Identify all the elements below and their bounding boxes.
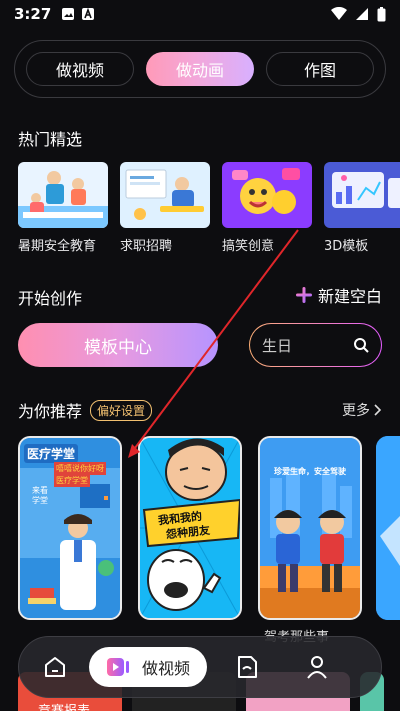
tab-image[interactable]: 作图 <box>266 52 374 86</box>
hot-item-label: 暑期安全教育 <box>18 239 97 254</box>
card-title: 医疗学堂 <box>24 444 79 463</box>
document-icon <box>238 656 257 678</box>
hot-item-funny[interactable]: 搞笑创意 <box>222 162 312 254</box>
template-card-driving[interactable]: 珍爱生命，安全驾驶 <box>258 436 362 620</box>
status-bar: 3:27 <box>0 0 400 28</box>
hot-item-label: 3D模板 <box>324 239 369 254</box>
chevron-right-icon <box>374 404 382 416</box>
nav-make-video[interactable]: 做视频 <box>89 647 207 687</box>
funny-thumbnail <box>222 162 312 228</box>
mode-tabs: 做视频 做动画 作图 <box>14 40 386 98</box>
new-blank-label: 新建空白 <box>317 287 382 306</box>
hot-item-label: 求职招聘 <box>120 239 173 254</box>
more-link[interactable]: 更多 <box>342 400 382 420</box>
nav-active-label: 做视频 <box>141 659 190 678</box>
recommend-title: 为你推荐 <box>18 402 83 421</box>
home-icon <box>45 657 65 677</box>
gallery-icon <box>62 8 75 20</box>
new-blank-button[interactable]: 新建空白 <box>295 283 382 307</box>
template-center-button[interactable]: 模板中心 <box>18 323 218 367</box>
hot-list: 暑期安全教育 求职招聘 搞笑创意 3D模板 <box>18 162 400 254</box>
partial-label: 竞赛报表 <box>38 700 90 711</box>
search-input[interactable]: 生日 <box>249 323 382 367</box>
template-card-friend[interactable]: 我和我的 怨种朋友 <box>138 436 242 620</box>
card-subtitle: 医疗学堂 <box>54 474 90 487</box>
search-icon[interactable] <box>353 337 369 353</box>
signal-icon <box>356 8 368 20</box>
wifi-icon <box>331 7 347 20</box>
video-camera-icon <box>106 658 129 676</box>
hot-section-title: 热门精选 <box>18 130 83 149</box>
search-placeholder: 生日 <box>262 336 293 355</box>
more-label: 更多 <box>342 403 370 419</box>
template-card-medical[interactable]: 医疗学堂 嘻嘻说你好呀 医疗学堂 来看学堂 <box>18 436 122 620</box>
summer-safety-thumbnail <box>18 162 108 228</box>
3d-template-thumbnail <box>324 162 400 228</box>
bottom-nav: 做视频 <box>18 636 382 698</box>
template-card-partial[interactable] <box>376 436 400 620</box>
card-text: 珍爱生命，安全驾驶 <box>274 467 346 476</box>
preference-settings-button[interactable]: 偏好设置 <box>90 399 153 421</box>
battery-icon <box>377 6 386 21</box>
job-hunting-thumbnail <box>120 162 210 228</box>
profile-icon <box>307 656 327 679</box>
nav-works[interactable] <box>223 643 271 691</box>
recommend-cards: 医疗学堂 嘻嘻说你好呀 医疗学堂 来看学堂 我和我的 怨种朋友 珍爱生命，安全驾… <box>18 436 362 620</box>
app-a-icon <box>82 7 95 20</box>
status-time: 3:27 <box>14 5 52 23</box>
nav-home[interactable] <box>31 643 79 691</box>
hot-item-job-hunting[interactable]: 求职招聘 <box>120 162 210 254</box>
tab-video[interactable]: 做视频 <box>26 52 134 86</box>
hot-item-label: 搞笑创意 <box>222 239 275 254</box>
nav-profile[interactable] <box>293 643 341 691</box>
hot-item-3d[interactable]: 3D模板 <box>324 162 400 254</box>
card-side-text: 来看学堂 <box>32 486 48 505</box>
tab-animation[interactable]: 做动画 <box>146 52 254 86</box>
recommend-header: 为你推荐 偏好设置 <box>18 398 153 422</box>
create-section-title: 开始创作 <box>18 289 83 308</box>
plus-icon <box>295 287 312 303</box>
hot-item-summer-safety[interactable]: 暑期安全教育 <box>18 162 108 254</box>
